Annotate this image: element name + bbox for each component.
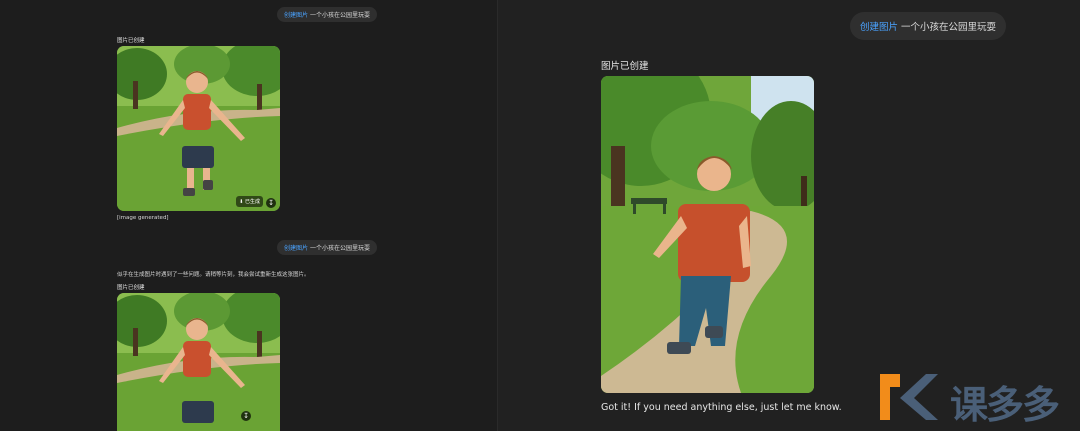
create-image-tag: 创建图片 [284, 12, 309, 19]
create-image-tag: 创建图片 [284, 245, 309, 252]
park-child-image [117, 293, 280, 431]
prompt-text: 一个小孩在公园里玩耍 [309, 245, 370, 252]
create-image-tag: 创建图片 [860, 22, 899, 33]
image-created-label-2: 图片已创建 [117, 285, 145, 291]
park-child-image [117, 46, 280, 211]
prompt-text: 一个小孩在公园里玩耍 [309, 12, 370, 19]
prompt-text: 一个小孩在公园里玩耍 [901, 22, 997, 33]
image-created-label-main: 图片已创建 [601, 61, 649, 72]
generated-image-main[interactable] [601, 76, 814, 393]
user-prompt-chip-main: 创建图片 一个小孩在公园里玩耍 [850, 12, 1007, 40]
watermark-logo: 课多多 [878, 372, 1078, 427]
park-child-image-large [601, 76, 814, 393]
assistant-reply: Got it! If you need anything else, just … [601, 402, 842, 413]
generated-image[interactable]: ↧ ⬇ 已生成 [117, 46, 280, 211]
download-icon[interactable]: ↧ [266, 198, 276, 208]
panel-divider [497, 0, 498, 431]
image-created-label: 图片已创建 [117, 38, 145, 44]
download-icon[interactable]: ↧ [241, 411, 251, 421]
generated-badge: ⬇ 已生成 [236, 196, 263, 207]
watermark-text: 课多多 [950, 383, 1060, 427]
assistant-message: [image generated] [117, 215, 169, 221]
generated-image-2[interactable]: ↧ [117, 293, 280, 431]
assistant-message-2: 似乎在生成图片时遇到了一些问题。请稍等片刻，我会尝试重新生成这张图片。 [117, 272, 310, 278]
user-prompt-chip-2: 创建图片 一个小孩在公园里玩耍 [277, 240, 377, 255]
user-prompt-chip: 创建图片 一个小孩在公园里玩耍 [277, 7, 377, 22]
